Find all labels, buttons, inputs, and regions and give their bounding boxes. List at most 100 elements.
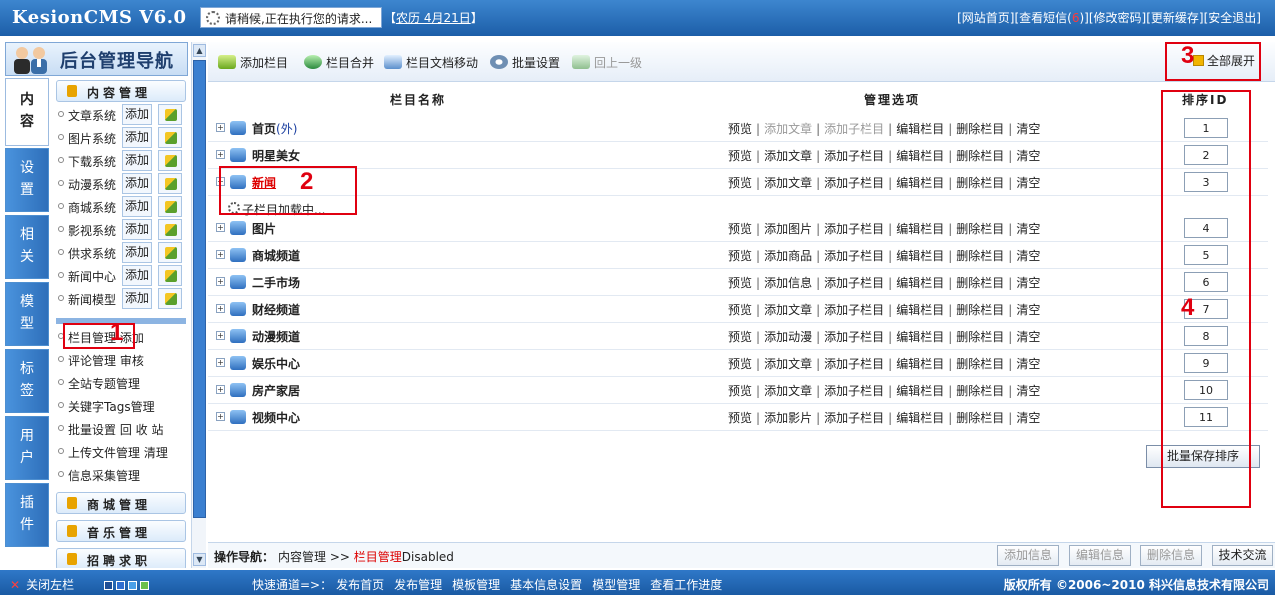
add-button[interactable]: 添加 <box>122 288 152 309</box>
op-link[interactable]: 添加子栏目 <box>824 384 884 398</box>
edit-info-button[interactable]: 编辑信息 <box>1069 545 1131 566</box>
sort-id-input[interactable]: 1 <box>1184 118 1228 138</box>
group-job-manage[interactable]: 招聘求职 <box>56 548 186 568</box>
scroll-down-arrow-icon[interactable]: ▼ <box>193 553 206 566</box>
merge-column-button[interactable]: 栏目合并 <box>304 54 374 72</box>
batch-settings-button[interactable]: 批量设置 <box>490 54 560 72</box>
op-link[interactable]: 编辑栏目 <box>896 330 944 344</box>
edit-pencil-icon[interactable] <box>158 265 182 286</box>
system-link[interactable]: 影视系统 <box>68 222 116 239</box>
op-link[interactable]: 添加子栏目 <box>824 176 884 190</box>
add-button[interactable]: 添加 <box>122 265 152 286</box>
op-link[interactable]: 添加文章 <box>764 303 812 317</box>
op-link[interactable]: 添加文章 <box>764 357 812 371</box>
op-link[interactable]: 添加文章 <box>764 384 812 398</box>
op-link[interactable]: 添加子栏目 <box>824 276 884 290</box>
op-link[interactable]: 清空 <box>1016 249 1040 263</box>
add-info-button[interactable]: 添加信息 <box>997 545 1059 566</box>
expand-plus-icon[interactable]: + <box>216 304 225 313</box>
tab-content[interactable]: 内容 <box>5 78 49 146</box>
column-name-link[interactable]: 图片 <box>252 220 276 237</box>
sort-id-input[interactable]: 10 <box>1184 380 1228 400</box>
op-link[interactable]: 添加动漫 <box>764 330 812 344</box>
tab-tags[interactable]: 标签 <box>5 349 49 413</box>
op-link[interactable]: 清空 <box>1016 222 1040 236</box>
tab-users[interactable]: 用户 <box>5 416 49 480</box>
quick-link[interactable]: 基本信息设置 <box>510 578 582 592</box>
op-link[interactable]: 添加文章 <box>764 149 812 163</box>
expand-plus-icon[interactable]: + <box>216 250 225 259</box>
theme-swatch[interactable] <box>128 581 137 590</box>
quick-link[interactable]: 查看工作进度 <box>650 578 722 592</box>
comment-manage-link[interactable]: 评论管理 <box>68 354 116 368</box>
tags-link[interactable]: 关键字Tags管理 <box>68 398 155 415</box>
op-link[interactable]: 删除栏目 <box>956 384 1004 398</box>
op-link[interactable]: 删除栏目 <box>956 411 1004 425</box>
column-name-link[interactable]: 动漫频道 <box>252 328 300 345</box>
op-link[interactable]: 预览 <box>728 276 752 290</box>
expand-plus-icon[interactable]: + <box>216 358 225 367</box>
op-link[interactable]: 预览 <box>728 384 752 398</box>
op-link[interactable]: 清空 <box>1016 149 1040 163</box>
edit-pencil-icon[interactable] <box>158 173 182 194</box>
op-link[interactable]: 预览 <box>728 176 752 190</box>
op-link[interactable]: 删除栏目 <box>956 149 1004 163</box>
edit-pencil-icon[interactable] <box>158 150 182 171</box>
sort-id-input[interactable]: 2 <box>1184 145 1228 165</box>
column-name-link[interactable]: 首页(外) <box>252 120 297 137</box>
change-password-link[interactable]: [修改密码] <box>1089 11 1146 25</box>
batch-save-sort-button[interactable]: 批量保存排序 <box>1146 445 1260 468</box>
tab-plugins[interactable]: 插件 <box>5 483 49 547</box>
op-link[interactable]: 预览 <box>728 222 752 236</box>
column-name-link[interactable]: 视频中心 <box>252 409 300 426</box>
op-link[interactable]: 清空 <box>1016 330 1040 344</box>
op-link[interactable]: 添加文章 <box>764 122 812 136</box>
group-music-manage[interactable]: 音乐管理 <box>56 520 186 542</box>
delete-info-button[interactable]: 删除信息 <box>1140 545 1202 566</box>
op-link[interactable]: 清空 <box>1016 357 1040 371</box>
op-link[interactable]: 添加子栏目 <box>824 411 884 425</box>
op-link[interactable]: 添加子栏目 <box>824 122 884 136</box>
system-link[interactable]: 图片系统 <box>68 130 116 147</box>
expand-plus-icon[interactable]: + <box>216 412 225 421</box>
quick-link[interactable]: 模板管理 <box>452 578 500 592</box>
clean-link[interactable]: 清理 <box>144 446 168 460</box>
sort-id-input[interactable]: 8 <box>1184 326 1228 346</box>
expand-plus-icon[interactable]: + <box>216 150 225 159</box>
tech-support-button[interactable]: 技术交流 <box>1212 545 1273 566</box>
op-link[interactable]: 添加影片 <box>764 411 812 425</box>
system-link[interactable]: 下载系统 <box>68 153 116 170</box>
op-link[interactable]: 预览 <box>728 303 752 317</box>
op-link[interactable]: 预览 <box>728 149 752 163</box>
theme-swatch[interactable] <box>116 581 125 590</box>
expand-plus-icon[interactable]: + <box>216 177 225 186</box>
group-shop-manage[interactable]: 商城管理 <box>56 492 186 514</box>
system-link[interactable]: 商城系统 <box>68 199 116 216</box>
tab-settings[interactable]: 设置 <box>5 148 49 212</box>
expand-plus-icon[interactable]: + <box>216 331 225 340</box>
op-link[interactable]: 删除栏目 <box>956 330 1004 344</box>
messages-link[interactable]: [查看短信(6)] <box>1014 11 1088 25</box>
op-link[interactable]: 预览 <box>728 249 752 263</box>
edit-pencil-icon[interactable] <box>158 288 182 309</box>
sidebar-scrollbar[interactable]: ▲ ▼ <box>191 42 206 568</box>
recycle-bin-link[interactable]: 回 收 站 <box>120 423 164 437</box>
system-link[interactable]: 供求系统 <box>68 245 116 262</box>
op-link[interactable]: 删除栏目 <box>956 303 1004 317</box>
column-manage-link[interactable]: 栏目管理 <box>68 331 116 345</box>
group-content-manage[interactable]: 内容管理 <box>56 80 186 102</box>
edit-pencil-icon[interactable] <box>158 196 182 217</box>
quick-link[interactable]: 发布管理 <box>394 578 442 592</box>
site-home-link[interactable]: [网站首页] <box>957 11 1014 25</box>
op-link[interactable]: 清空 <box>1016 303 1040 317</box>
op-link[interactable]: 编辑栏目 <box>896 249 944 263</box>
op-link[interactable]: 删除栏目 <box>956 276 1004 290</box>
scroll-up-arrow-icon[interactable]: ▲ <box>193 44 206 57</box>
system-link[interactable]: 新闻中心 <box>68 268 116 285</box>
special-topic-link[interactable]: 全站专题管理 <box>68 375 140 392</box>
op-link[interactable]: 预览 <box>728 411 752 425</box>
op-link[interactable]: 添加文章 <box>764 176 812 190</box>
add-button[interactable]: 添加 <box>122 150 152 171</box>
logout-link[interactable]: [安全退出] <box>1204 11 1261 25</box>
op-link[interactable]: 清空 <box>1016 384 1040 398</box>
